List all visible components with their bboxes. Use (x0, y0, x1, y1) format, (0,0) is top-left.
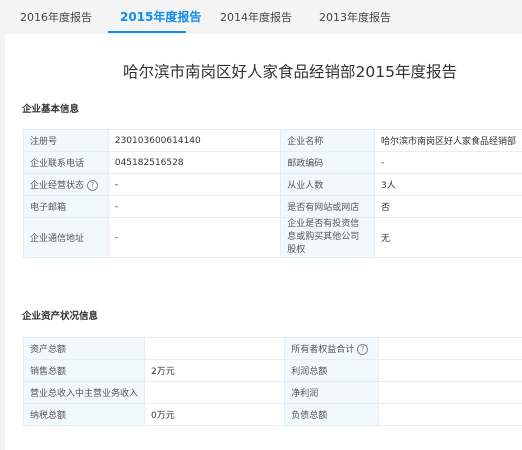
value-total-assets (144, 337, 286, 360)
value-investment-info: 无 (373, 217, 522, 258)
table-row: 资产总额 所有者权益合计? (22, 337, 522, 360)
report-year-tabs: 2016年度报告 2015年度报告 2014年度报告 2013年度报告 (0, 0, 522, 34)
table-row: 营业总收入中主营业务收入 净利润 (22, 381, 522, 404)
table-row: 纳税总额 0万元 负债总额 (22, 403, 522, 426)
label-total-liabilities: 负债总额 (284, 403, 380, 426)
report-title: 哈尔滨市南岗区好人家食品经销部2015年度报告 (123, 63, 457, 81)
value-net-profit (378, 381, 522, 404)
table-row: 企业通信地址 - 企业是否有投资信息或购买其他公司股权 无 (23, 217, 522, 258)
assets-info-section-title: 企业资产状况信息 (22, 311, 99, 322)
label-has-website: 是否有网站或网店 (280, 195, 375, 218)
label-mailing-address: 企业通信地址 (23, 217, 109, 258)
value-total-tax: 0万元 (144, 403, 286, 426)
label-company-name: 企业名称 (280, 129, 375, 152)
question-circle-icon[interactable]: ? (357, 344, 369, 355)
value-company-name: 哈尔滨市南岗区好人家食品经销部 (373, 129, 522, 152)
value-registration-number: 230103600614140 (107, 129, 282, 152)
label-employee-count: 从业人数 (280, 173, 375, 196)
question-circle-icon[interactable]: ? (87, 180, 99, 191)
label-total-sales: 销售总额 (22, 359, 146, 382)
value-has-website: 否 (373, 195, 522, 218)
label-business-status: 企业经营状态? (23, 173, 109, 196)
table-row: 电子邮箱 - 是否有网站或网店 否 (23, 195, 522, 218)
tab-2016[interactable]: 2016年度报告 (20, 9, 92, 25)
label-main-business-revenue: 营业总收入中主营业务收入 (22, 381, 146, 404)
owners-equity-label-text: 所有者权益合计 (291, 345, 355, 355)
table-row: 企业经营状态? - 从业人数 3人 (23, 173, 522, 196)
label-total-tax: 纳税总额 (22, 403, 146, 426)
label-net-profit: 净利润 (284, 381, 380, 404)
value-business-status: - (107, 173, 282, 196)
value-postal-code: - (373, 151, 522, 174)
assets-info-table: 资产总额 所有者权益合计? 销售总额 2万元 利润总额 营业总收入中主营业务收入… (22, 337, 522, 426)
table-row: 销售总额 2万元 利润总额 (22, 359, 522, 382)
label-email: 电子邮箱 (23, 195, 109, 218)
label-postal-code: 邮政编码 (280, 151, 375, 174)
value-owners-equity (378, 337, 522, 360)
value-email: - (107, 195, 282, 218)
label-investment-info: 企业是否有投资信息或购买其他公司股权 (280, 217, 375, 258)
value-employee-count: 3人 (373, 173, 522, 196)
business-status-label-text: 企业经营状态 (30, 181, 85, 191)
label-total-profit: 利润总额 (284, 359, 380, 382)
tab-2015[interactable]: 2015年度报告 (120, 8, 201, 25)
value-total-liabilities (378, 403, 522, 426)
table-row: 企业联系电话 045182516528 邮政编码 - (23, 151, 522, 174)
tab-2013[interactable]: 2013年度报告 (319, 9, 391, 25)
table-row: 注册号 230103600614140 企业名称 哈尔滨市南岗区好人家食品经销部 (23, 129, 522, 152)
value-contact-phone: 045182516528 (107, 151, 282, 174)
label-owners-equity: 所有者权益合计? (284, 337, 380, 360)
value-main-business-revenue (144, 381, 286, 404)
value-total-sales: 2万元 (144, 359, 286, 382)
basic-info-table: 注册号 230103600614140 企业名称 哈尔滨市南岗区好人家食品经销部… (23, 129, 522, 258)
value-mailing-address: - (107, 217, 282, 258)
tab-2014[interactable]: 2014年度报告 (220, 9, 292, 25)
basic-info-section-title: 企业基本信息 (22, 104, 80, 115)
label-registration-number: 注册号 (23, 129, 109, 152)
label-total-assets: 资产总额 (22, 337, 146, 360)
value-total-profit (378, 359, 522, 382)
active-tab-indicator (108, 31, 186, 33)
label-contact-phone: 企业联系电话 (23, 151, 109, 174)
report-panel: 哈尔滨市南岗区好人家食品经销部2015年度报告 企业基本信息 注册号 23010… (5, 34, 522, 450)
